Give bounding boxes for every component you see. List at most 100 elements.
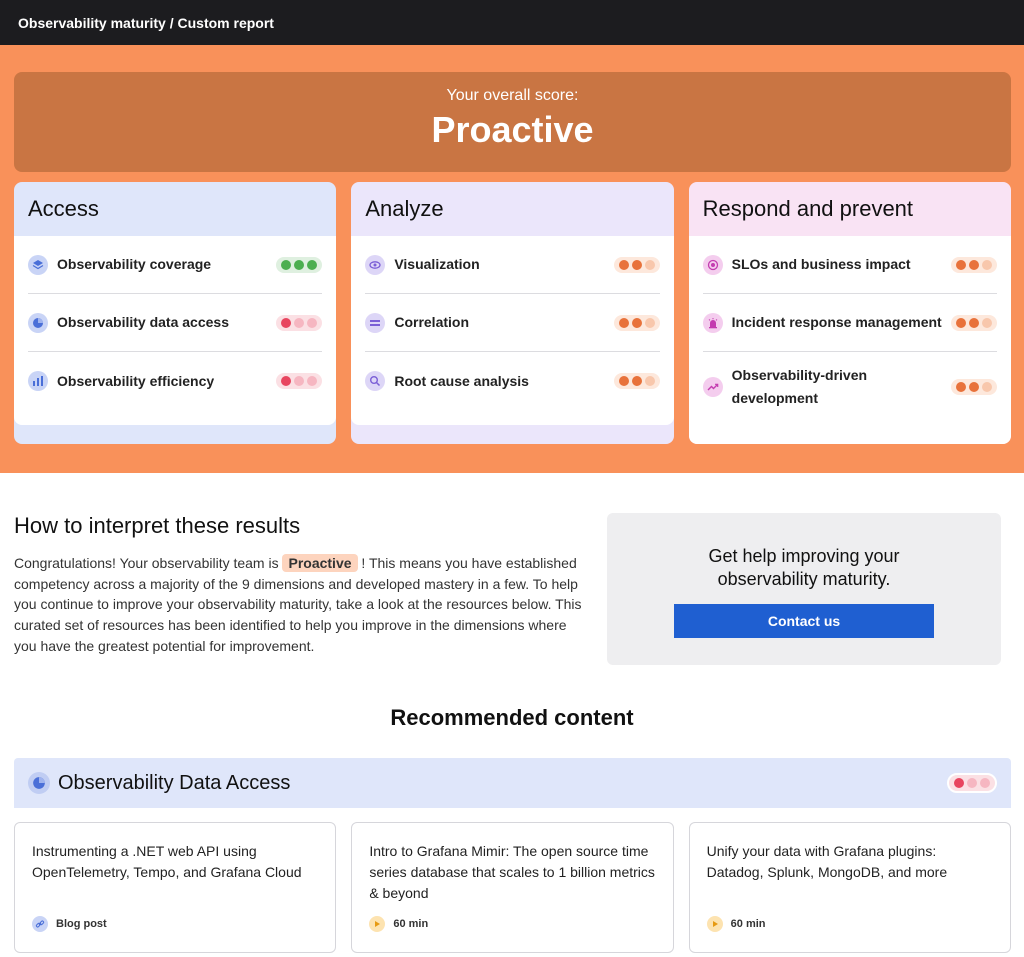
dimension-row[interactable]: Observability-driven development (702, 352, 997, 422)
interpret-section: How to interpret these results Congratul… (0, 473, 1024, 665)
dimension-row[interactable]: Incident response management (702, 294, 997, 352)
rating-dot (281, 376, 292, 386)
search-icon (365, 371, 386, 391)
breadcrumb[interactable]: Observability maturity / Custom report (18, 15, 274, 31)
category-body: Visualization Correlation Root cause ana… (351, 236, 674, 425)
rating-dot (618, 376, 629, 386)
rating-dot (968, 382, 979, 392)
dimension-row[interactable]: Visualization (365, 236, 660, 294)
pie-chart-icon (28, 772, 50, 794)
rating-indicator (613, 373, 660, 389)
dimension-label: Observability data access (57, 314, 229, 330)
rating-indicator (613, 314, 660, 331)
rating-dot (644, 317, 655, 328)
rating-dot (307, 259, 318, 270)
rating-dot (980, 778, 990, 788)
rating-indicator (950, 379, 997, 395)
rating-dot (644, 376, 655, 386)
score-section: Your overall score: Proactive Access Obs… (0, 45, 1024, 473)
stack-icon (365, 312, 386, 333)
contact-us-button[interactable]: Contact us (674, 604, 934, 638)
rating-dot (631, 317, 642, 328)
rating-indicator (276, 314, 323, 331)
trend-icon (702, 377, 723, 397)
content-duration: 60 min (730, 918, 766, 930)
dimension-label: Incident response management (731, 314, 942, 330)
bar-chart-icon (28, 371, 48, 391)
category-body: Observability coverage Observability dat… (14, 236, 337, 425)
top-bar: Observability maturity / Custom report (0, 0, 1024, 45)
rating-dot (631, 259, 642, 270)
category-card-respond: Respond and prevent SLOs and business im… (688, 182, 1011, 444)
category-title: Analyze (365, 196, 444, 221)
interpret-content: How to interpret these results Congratul… (14, 513, 584, 665)
score-badge: Proactive (282, 554, 358, 572)
dimension-row[interactable]: Root cause analysis (365, 352, 660, 410)
rating-dot (968, 259, 979, 270)
category-cards: Access Observability coverage Observabil… (14, 182, 1011, 444)
content-card[interactable]: Intro to Grafana Mimir: The open source … (351, 822, 674, 953)
dimension-label: Observability-driven development (731, 367, 868, 406)
rating-indicator (276, 256, 323, 273)
content-title[interactable]: Instrumenting a .NET web API using OpenT… (32, 841, 318, 883)
dimension-row[interactable]: SLOs and business impact (702, 236, 997, 294)
rating-dot (307, 317, 318, 328)
interpret-text-before: Congratulations! Your observability team… (14, 555, 283, 571)
rating-dot (294, 317, 305, 328)
rating-dot (981, 382, 992, 392)
category-card-access: Access Observability coverage Observabil… (14, 182, 337, 444)
interpret-title: How to interpret these results (14, 513, 301, 538)
rating-dot (955, 317, 966, 328)
rating-indicator (950, 314, 997, 331)
rating-dot (294, 259, 305, 270)
score-label: Your overall score: (446, 87, 579, 104)
eye-icon (365, 254, 386, 275)
help-box: Get help improving your observability ma… (607, 513, 1001, 665)
rating-dot (955, 259, 966, 270)
layers-icon (28, 254, 48, 275)
dimension-label: Observability coverage (57, 256, 212, 272)
rating-dot (967, 778, 977, 788)
rating-dot (618, 259, 629, 270)
content-title[interactable]: Unify your data with Grafana plugins: Da… (707, 841, 993, 883)
interpret-text: Congratulations! Your observability team… (14, 553, 584, 657)
content-title[interactable]: Intro to Grafana Mimir: The open source … (369, 841, 655, 904)
recommended-section-header[interactable]: Observability Data Access (14, 758, 1011, 808)
rating-indicator (947, 773, 997, 793)
play-icon (706, 916, 723, 932)
dimension-row[interactable]: Correlation (365, 294, 660, 352)
category-card-analyze: Analyze Visualization Correlation Root c… (351, 182, 674, 444)
dimension-label: Observability efficiency (57, 372, 215, 389)
overall-score-box: Your overall score: Proactive (14, 72, 1011, 172)
content-card[interactable]: Instrumenting a .NET web API using OpenT… (14, 822, 337, 953)
rating-indicator (950, 256, 997, 273)
dimension-row[interactable]: Observability efficiency (28, 352, 323, 410)
content-meta: 60 min (706, 916, 766, 932)
dimension-label: Visualization (394, 256, 480, 272)
rating-dot (631, 376, 642, 386)
recommended-cards: Instrumenting a .NET web API using OpenT… (14, 822, 1011, 953)
content-card[interactable]: Unify your data with Grafana plugins: Da… (688, 822, 1011, 953)
dimension-row[interactable]: Observability data access (28, 294, 323, 352)
rating-dot (294, 376, 305, 386)
rating-dot (968, 317, 979, 328)
rating-dot (981, 317, 992, 328)
content-type: Blog post (56, 918, 107, 930)
target-icon (702, 254, 723, 275)
content-meta: 60 min (369, 916, 428, 932)
recommended-section: Observability Data Access Instrumenting … (14, 758, 1011, 953)
pie-chart-icon (28, 312, 48, 333)
dimension-row[interactable]: Observability coverage (28, 236, 323, 294)
play-icon (369, 916, 386, 932)
category-body: SLOs and business impact Incident respon… (688, 236, 1011, 444)
rating-dot (281, 317, 292, 328)
siren-icon (702, 312, 723, 333)
rating-dot (981, 259, 992, 270)
category-title: Access (28, 196, 99, 221)
recommended-section-title: Observability Data Access (58, 771, 291, 794)
rating-dot (644, 259, 655, 270)
category-title: Respond and prevent (702, 196, 914, 221)
rating-indicator (276, 373, 323, 389)
content-duration: 60 min (393, 918, 429, 930)
score-value: Proactive (431, 109, 594, 150)
